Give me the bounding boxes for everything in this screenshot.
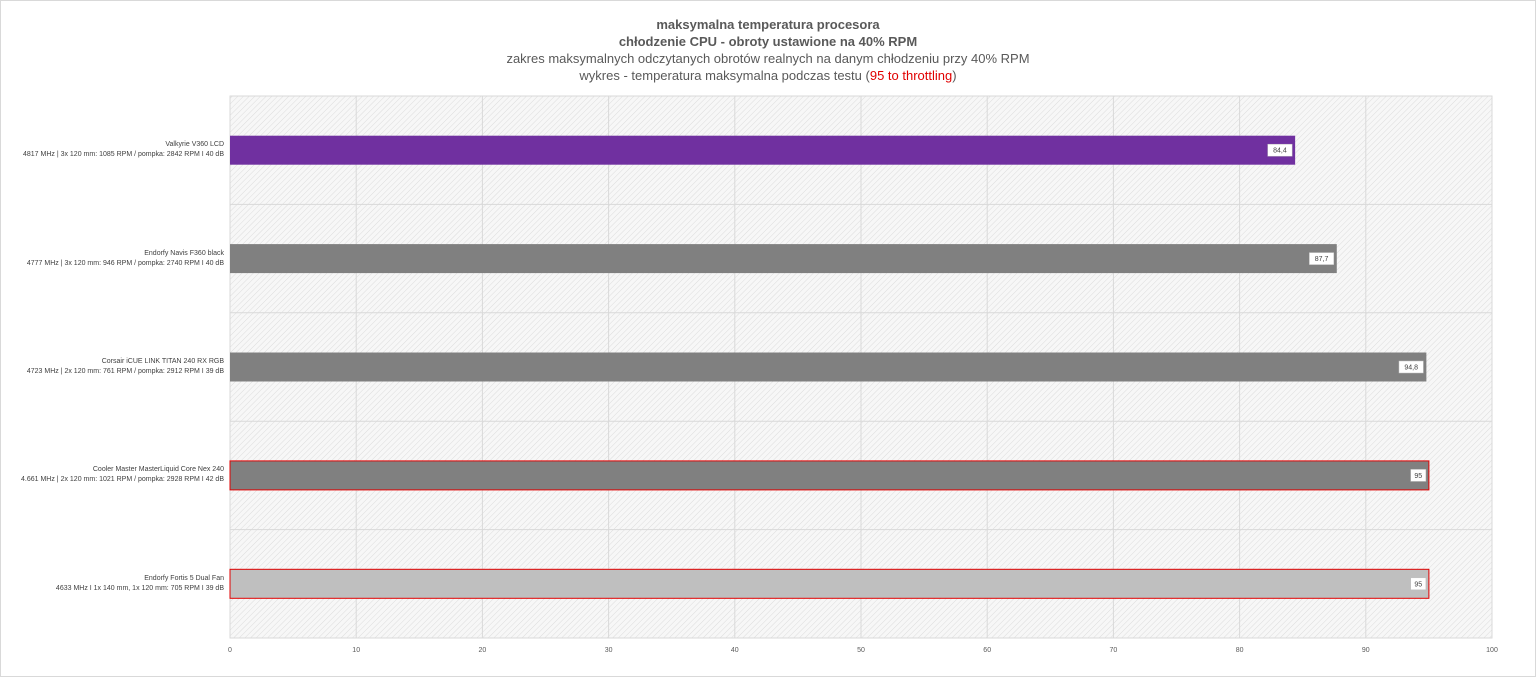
- x-tick-label: 80: [1236, 647, 1244, 654]
- data-label: 84,4: [1273, 148, 1287, 155]
- x-tick-label: 90: [1362, 647, 1370, 654]
- bar: [230, 352, 1427, 382]
- data-label: 95: [1414, 581, 1422, 588]
- x-tick-label: 100: [1486, 647, 1498, 654]
- bar: [230, 135, 1296, 165]
- x-tick-label: 30: [605, 647, 613, 654]
- x-tick-label: 10: [352, 647, 360, 654]
- bar: [229, 460, 1430, 491]
- data-label: 95: [1414, 473, 1422, 480]
- bar: [230, 244, 1337, 274]
- data-label: 87,7: [1315, 256, 1329, 263]
- x-tick-label: 40: [731, 647, 739, 654]
- x-tick-label: 50: [857, 647, 865, 654]
- data-label: 94,8: [1404, 365, 1418, 372]
- bar: [229, 568, 1430, 599]
- x-tick-label: 70: [1110, 647, 1118, 654]
- x-tick-label: 0: [228, 647, 232, 654]
- x-tick-label: 20: [479, 647, 487, 654]
- x-tick-label: 60: [983, 647, 991, 654]
- bar-chart: 0 10 20 30 40 50 60 70 80 90 100 84,4 87,7 94,8 95 95: [228, 95, 1498, 654]
